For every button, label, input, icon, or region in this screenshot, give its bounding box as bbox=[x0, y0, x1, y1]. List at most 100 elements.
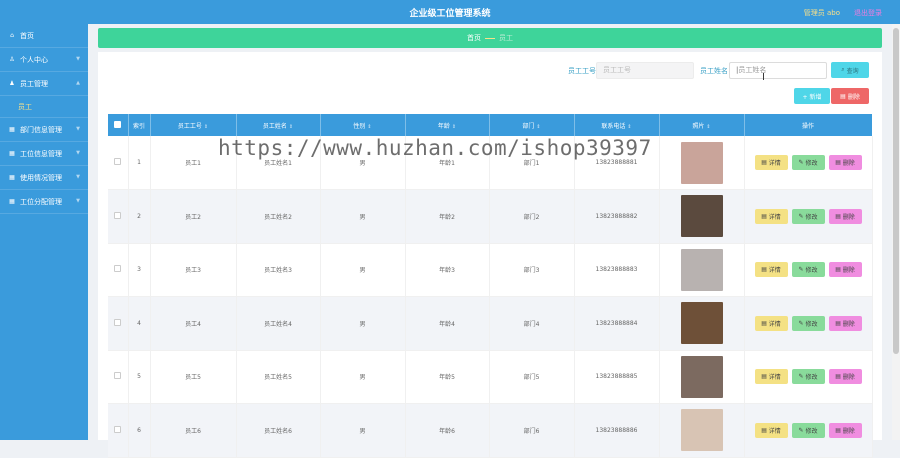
cell-index: 6 bbox=[128, 403, 151, 458]
edit-button[interactable]: ✎ 修改 bbox=[791, 369, 825, 385]
edit-button[interactable]: ✎ 修改 bbox=[791, 155, 825, 170]
sidebar-item-profile[interactable]: ♙ 个人中心 ▼ bbox=[0, 48, 88, 72]
sidebar-subitem-employee[interactable]: 员工 bbox=[0, 96, 88, 118]
employee-name-input[interactable]: |员工姓名 bbox=[729, 62, 827, 79]
sort-icon[interactable]: ⇕ bbox=[204, 124, 208, 130]
watermark-text: https://www.huzhan.com/ishop39397 bbox=[218, 136, 652, 160]
doc-icon: ▤ bbox=[761, 373, 767, 381]
delete-button[interactable]: ▤ 删除 bbox=[828, 262, 862, 278]
detail-button[interactable]: ▤ 详情 bbox=[754, 315, 788, 331]
detail-button[interactable]: ▤ 详情 bbox=[754, 155, 788, 170]
cell-name: 员工姓名3 bbox=[236, 243, 321, 297]
batch-delete-button[interactable]: ▤ 删除 bbox=[831, 88, 869, 104]
col-header-dept[interactable]: 部门 ⇕ bbox=[489, 114, 575, 136]
col-header-name[interactable]: 员工姓名 ⇕ bbox=[236, 114, 321, 136]
edit-button[interactable]: ✎ 修改 bbox=[791, 262, 825, 278]
delete-button[interactable]: ▤ 删除 bbox=[828, 422, 862, 438]
delete-button[interactable]: ▤ 删除 bbox=[828, 155, 862, 170]
detail-button[interactable]: ▤ 详情 bbox=[754, 422, 788, 438]
delete-button[interactable]: ▤ 删除 bbox=[828, 315, 862, 331]
breadcrumb-separator bbox=[485, 37, 495, 39]
edit-label: 修改 bbox=[805, 267, 818, 275]
sort-icon[interactable]: ⇕ bbox=[536, 124, 540, 130]
detail-button[interactable]: ▤ 详情 bbox=[754, 208, 788, 224]
users-icon: ♟ bbox=[9, 80, 15, 87]
col-header-gender[interactable]: 性别 ⇕ bbox=[320, 114, 406, 136]
grid-icon: ▦ bbox=[9, 150, 15, 157]
col-header-age[interactable]: 年龄 ⇕ bbox=[405, 114, 490, 136]
cell-ops: ▤ 详情 ✎ 修改 ▤ 删除 bbox=[744, 403, 873, 458]
row-checkbox[interactable] bbox=[114, 211, 122, 219]
col-header-photo[interactable]: 照片 ⇕ bbox=[659, 114, 745, 136]
table-row: 5 员工5 员工姓名5 男年龄5 部门5 13823888885 ▤ 详情 ✎ 修改 ▤ 删除 bbox=[108, 350, 873, 404]
sidebar-item-label: 员工管理 bbox=[20, 79, 48, 88]
cell-age: 年龄2 bbox=[405, 189, 490, 244]
edit-button[interactable]: ✎ 修改 bbox=[791, 208, 825, 224]
delete-label: 删除 bbox=[842, 374, 855, 382]
sidebar-item-home[interactable]: ⌂ 首页 bbox=[0, 24, 88, 48]
row-checkbox[interactable] bbox=[114, 265, 122, 273]
col-header-no[interactable]: 员工工号 ⇕ bbox=[150, 114, 237, 136]
row-select-cell[interactable] bbox=[108, 189, 129, 244]
employee-no-input[interactable]: 员工工号 bbox=[596, 62, 694, 79]
scrollbar-thumb[interactable] bbox=[893, 28, 899, 354]
cell-phone: 13823888882 bbox=[574, 189, 660, 244]
cell-dept: 部门5 bbox=[489, 350, 575, 404]
sort-icon[interactable]: ⇕ bbox=[289, 124, 293, 130]
sidebar-item-department[interactable]: ▦ 部门信息管理 ▼ bbox=[0, 118, 88, 142]
select-all-checkbox[interactable] bbox=[114, 120, 122, 128]
chevron-down-icon: ▼ bbox=[76, 56, 80, 62]
detail-label: 详情 bbox=[768, 160, 781, 167]
row-checkbox[interactable] bbox=[114, 318, 122, 326]
delete-button[interactable]: ▤ 删除 bbox=[828, 208, 862, 224]
row-select-cell[interactable] bbox=[108, 403, 129, 458]
employee-photo bbox=[680, 141, 723, 184]
chevron-up-icon: ▲ bbox=[76, 80, 80, 86]
row-select-cell[interactable] bbox=[108, 243, 129, 297]
sidebar-item-workstation[interactable]: ▦ 工位信息管理 ▼ bbox=[0, 142, 88, 166]
cell-dept: 部门3 bbox=[489, 243, 575, 297]
row-checkbox[interactable] bbox=[114, 372, 122, 380]
trash-icon: ▤ bbox=[835, 159, 841, 166]
cell-gender: 男 bbox=[320, 296, 406, 351]
sidebar-item-label: 首页 bbox=[20, 31, 34, 40]
cell-no: 员工3 bbox=[150, 243, 237, 297]
row-select-cell[interactable] bbox=[108, 296, 129, 351]
row-checkbox[interactable] bbox=[114, 425, 122, 433]
col-header-phone[interactable]: 联系电话 ⇕ bbox=[574, 114, 660, 136]
page-scrollbar[interactable] bbox=[892, 24, 900, 440]
search-button[interactable]: ⌕ 查询 bbox=[831, 62, 869, 78]
cell-photo bbox=[659, 189, 745, 244]
detail-button[interactable]: ▤ 详情 bbox=[754, 369, 788, 385]
cell-no: 员工6 bbox=[150, 403, 237, 458]
sidebar-item-employee-mgmt[interactable]: ♟ 员工管理 ▲ bbox=[0, 72, 88, 96]
trash-icon: ▤ bbox=[835, 212, 841, 220]
sort-icon[interactable]: ⇕ bbox=[452, 124, 456, 130]
sort-icon[interactable]: ⇕ bbox=[367, 124, 371, 130]
table-row: 6 员工6 员工姓名6 男年龄6 部门6 13823888886 ▤ 详情 ✎ 修改 ▤ 删除 bbox=[108, 403, 873, 458]
sidebar-item-allocation[interactable]: ▦ 工位分配管理 ▼ bbox=[0, 190, 88, 214]
col-header-index: 索引 bbox=[128, 114, 151, 136]
add-button[interactable]: + 新增 bbox=[794, 88, 830, 104]
sidebar-item-usage[interactable]: ▦ 使用情况管理 ▼ bbox=[0, 166, 88, 190]
logout-link[interactable]: 退出登录 bbox=[854, 8, 882, 18]
employee-photo bbox=[680, 409, 723, 452]
edit-button[interactable]: ✎ 修改 bbox=[791, 422, 825, 438]
sort-icon[interactable]: ⇕ bbox=[706, 124, 710, 130]
cell-gender: 男 bbox=[320, 189, 406, 244]
grid-icon: ▦ bbox=[9, 126, 15, 133]
detail-label: 详情 bbox=[768, 374, 781, 382]
sidebar-item-label: 工位分配管理 bbox=[20, 197, 62, 206]
row-select-cell[interactable] bbox=[108, 136, 129, 190]
trash-icon: ▤ bbox=[835, 266, 841, 274]
edit-button[interactable]: ✎ 修改 bbox=[791, 315, 825, 331]
row-checkbox[interactable] bbox=[114, 158, 122, 165]
admin-label[interactable]: 管理员 abo bbox=[804, 8, 840, 18]
sort-icon[interactable]: ⇕ bbox=[627, 124, 631, 130]
delete-button[interactable]: ▤ 删除 bbox=[828, 369, 862, 385]
detail-button[interactable]: ▤ 详情 bbox=[754, 262, 788, 278]
edit-label: 修改 bbox=[805, 213, 818, 221]
row-select-cell[interactable] bbox=[108, 350, 129, 404]
breadcrumb-home[interactable]: 首页 bbox=[467, 33, 481, 43]
select-all-cell[interactable] bbox=[108, 114, 129, 136]
